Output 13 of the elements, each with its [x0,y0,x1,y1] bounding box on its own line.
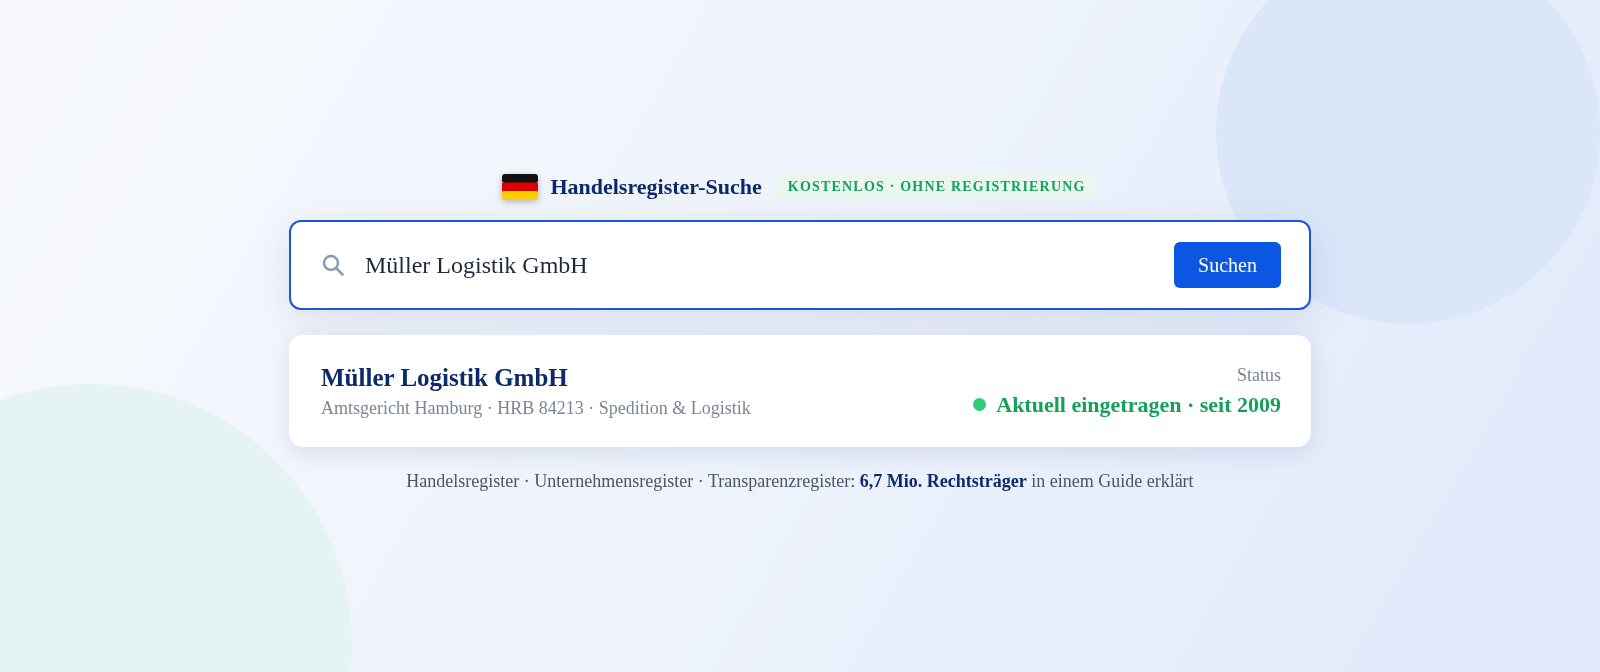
page-title: Handelsregister-Suche [550,174,762,200]
company-details: Amtsgericht Hamburg · HRB 84213 · Spedition & Logistik [321,397,751,419]
footer-text: Handelsregister · Unternehmensregister · Transparenzregister: 6,7 Mio. Rechtsträger in einem Guide erklärt [406,471,1194,492]
flag-icon [502,174,539,200]
company-name: Müller Logistik GmbH [321,363,569,392]
info-badge: KOSTENLOS · OHNE REGISTRIERUNG [775,174,1098,200]
status-label: Status [1237,364,1281,386]
result-card[interactable]: Müller Logistik GmbH Amtsgericht Hamburg · HRB 84213 · Spedition & Logistik Status Aktuell eingetragen · seit 2009 [289,335,1311,447]
search-button[interactable]: Suchen [1174,242,1281,288]
search-field[interactable]: Müller Logistik GmbH Suchen [289,220,1311,310]
search-icon [321,253,345,277]
status-text: Aktuell eingetragen · seit 2009 [996,391,1281,418]
status-dot [973,398,987,411]
